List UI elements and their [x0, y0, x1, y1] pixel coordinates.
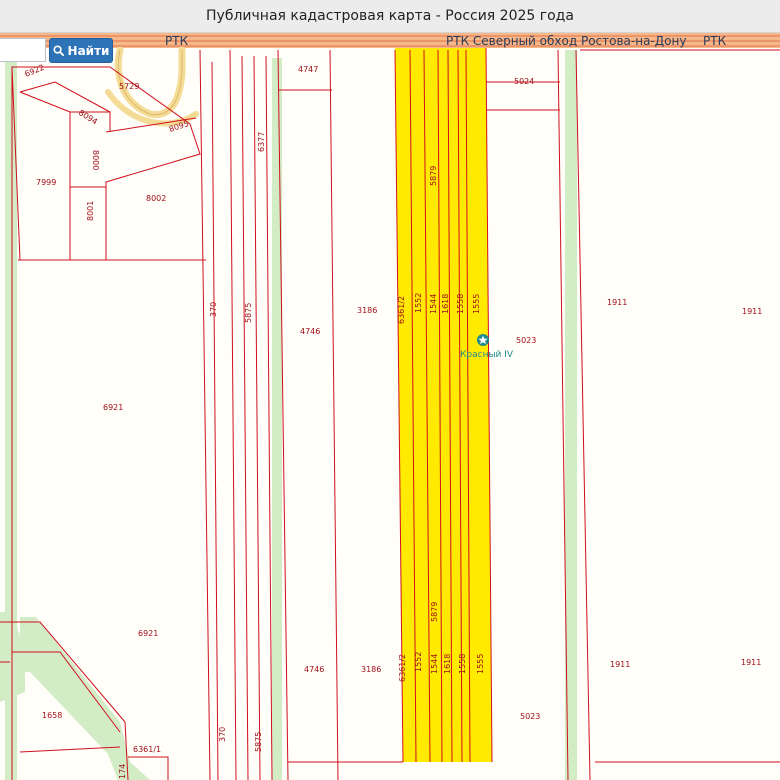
parcel-label: 5879 — [430, 602, 439, 622]
parcel-label: 6361/2 — [397, 296, 406, 324]
parcel-label: 6361/1 — [133, 745, 161, 754]
parcel-label: 1911 — [741, 658, 761, 667]
parcel-label: 1618 — [443, 654, 452, 674]
search-button-label: Найти — [67, 43, 110, 58]
parcel-label: 6377 — [257, 132, 266, 152]
parcel-label: 4747 — [298, 65, 318, 74]
parcel-label: 1555 — [472, 294, 481, 314]
road-label-right: РТК — [703, 34, 727, 48]
parcel-label: 1658 — [42, 711, 62, 720]
parcel-label: 5024 — [514, 77, 534, 86]
road-label-main: РТК Северный обход Ростова-на-Дону — [446, 34, 686, 48]
parcel-label: 7999 — [36, 178, 56, 187]
parcel-label: 1911 — [610, 660, 630, 669]
road-label-left: РТК — [165, 34, 189, 48]
parcel-label: 4746 — [300, 327, 320, 336]
parcel-label: 1552 — [414, 293, 423, 313]
search-input[interactable] — [0, 38, 46, 62]
parcel-label: 1911 — [742, 307, 762, 316]
cadastral-map[interactable]: РТК РТК Северный обход Ростова-на-Дону Р… — [0, 32, 780, 780]
parcel-label: 370 — [218, 727, 227, 742]
parcel-label: 1544 — [430, 654, 439, 674]
search-button[interactable]: Найти — [49, 38, 113, 63]
parcel-label: 370 — [209, 302, 218, 317]
parcel-label: 8000 — [91, 150, 100, 170]
parcel-label: 1618 — [441, 294, 450, 314]
parcel-label: 174 — [118, 764, 127, 779]
parcel-label: 1555 — [476, 654, 485, 674]
parcel-label: 6361/2 — [398, 654, 407, 682]
search-icon — [52, 45, 64, 56]
parcel-label: 4746 — [304, 665, 324, 674]
parcel-label: 1558 — [456, 294, 465, 314]
parcel-label: 5875 — [254, 732, 263, 752]
parcel-label: 3186 — [357, 306, 377, 315]
parcel-label: 8001 — [86, 201, 95, 221]
parcel-label: 6921 — [138, 629, 158, 638]
parcel-label: 1558 — [458, 654, 467, 674]
parcel-label: 5875 — [244, 303, 253, 323]
parcel-label: 5023 — [516, 336, 536, 345]
parcel-label: 5023 — [520, 712, 540, 721]
poi-label: Красный IV — [460, 350, 514, 360]
parcel-label: 5879 — [429, 166, 438, 186]
parcel-label: 1552 — [414, 652, 423, 672]
parcel-label: 1544 — [429, 294, 438, 314]
parcel-label: 5729 — [119, 82, 139, 91]
window-title: Публичная кадастровая карта - Россия 202… — [0, 0, 780, 33]
parcel-label: 1911 — [607, 298, 627, 307]
parcel-label: 3186 — [361, 665, 381, 674]
parcel-label: 6921 — [103, 403, 123, 412]
parcel-label: 8002 — [146, 194, 166, 203]
